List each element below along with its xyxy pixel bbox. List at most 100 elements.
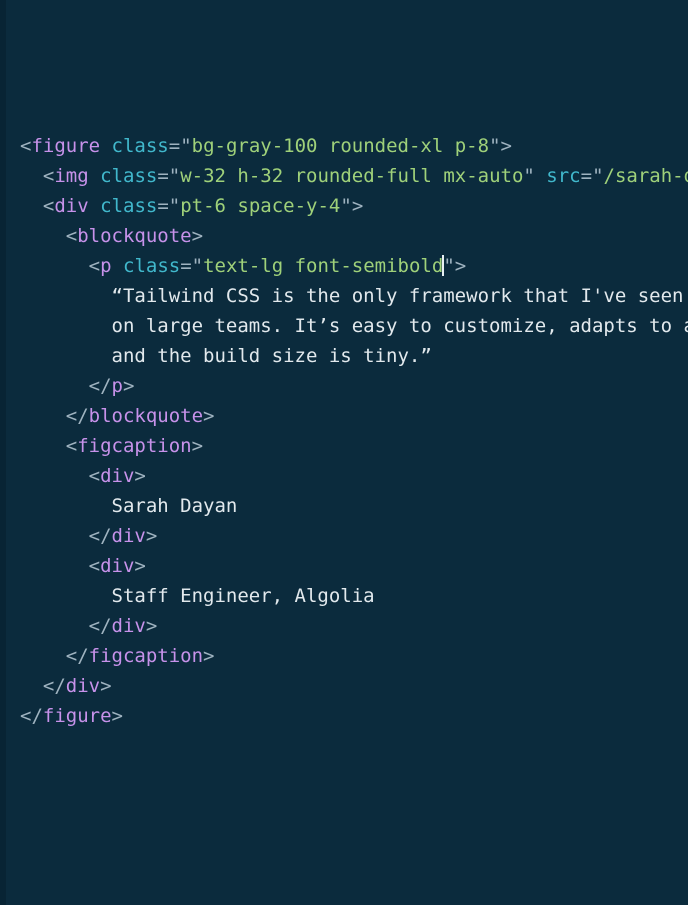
- code-token-string: text-lg font-semibold: [203, 255, 444, 277]
- code-line[interactable]: </p>: [20, 371, 688, 401]
- code-line[interactable]: Sarah Dayan: [20, 491, 688, 521]
- code-token-punct: </: [20, 705, 43, 727]
- code-token-punct: >: [111, 705, 123, 727]
- code-token-text: on large teams. It’s easy to customize, …: [111, 315, 688, 337]
- code-token-tag: figcaption: [88, 645, 204, 667]
- code-token-string: bg-gray-100 rounded-xl p-8: [191, 135, 490, 157]
- code-line[interactable]: <img class="w-32 h-32 rounded-full mx-au…: [20, 161, 688, 191]
- code-token-tag: img: [54, 165, 89, 187]
- code-token-tag: div: [111, 525, 146, 547]
- code-token-punct: ">: [443, 255, 467, 277]
- code-token-punct: >: [203, 405, 215, 427]
- code-token-string: w-32 h-32 rounded-full mx-auto: [180, 165, 524, 187]
- code-token-text: and the build size is tiny.”: [111, 345, 432, 367]
- code-line[interactable]: “Tailwind CSS is the only framework that…: [20, 281, 688, 311]
- code-token-tag: div: [100, 465, 135, 487]
- code-line[interactable]: </div>: [20, 521, 688, 551]
- code-line[interactable]: on large teams. It’s easy to customize, …: [20, 311, 688, 341]
- code-line[interactable]: <blockquote>: [20, 221, 688, 251]
- code-token-punct: <: [20, 135, 32, 157]
- code-token-attr: class: [123, 255, 181, 277]
- code-token-tag: div: [100, 555, 135, 577]
- code-block[interactable]: <figure class="bg-gray-100 rounded-xl p-…: [20, 131, 688, 731]
- code-token-punct: ">: [489, 135, 512, 157]
- code-line[interactable]: <figcaption>: [20, 431, 688, 461]
- code-token-attr: src: [546, 165, 581, 187]
- code-line[interactable]: <div>: [20, 551, 688, 581]
- code-token-punct: =": [168, 135, 192, 157]
- code-token-punct: <: [65, 435, 78, 457]
- code-line[interactable]: </blockquote>: [20, 401, 688, 431]
- code-token-punct: =": [180, 255, 204, 277]
- code-line[interactable]: Staff Engineer, Algolia: [20, 581, 688, 611]
- code-line[interactable]: </div>: [20, 611, 688, 641]
- code-token-punct: >: [145, 525, 158, 547]
- code-token-punct: <: [88, 255, 101, 277]
- code-line[interactable]: and the build size is tiny.”: [20, 341, 688, 371]
- code-token-punct: </: [42, 675, 66, 697]
- code-token-punct: </: [88, 525, 112, 547]
- code-token-attr: class: [100, 195, 158, 217]
- code-line[interactable]: </div>: [20, 671, 688, 701]
- code-token-punct: =": [157, 165, 181, 187]
- code-line[interactable]: <p class="text-lg font-semibold">: [20, 251, 688, 281]
- code-token-string: pt-6 space-y-4: [180, 195, 341, 217]
- code-editor[interactable]: <figure class="bg-gray-100 rounded-xl p-…: [0, 0, 688, 905]
- editor-left-gutter: [0, 0, 6, 905]
- code-token-tag: figure: [42, 705, 112, 727]
- code-token-tag: figcaption: [77, 435, 192, 457]
- code-token-tag: div: [54, 195, 89, 217]
- code-token-punct: <: [88, 465, 101, 487]
- code-token-punct: <: [42, 195, 55, 217]
- code-line[interactable]: <div>: [20, 461, 688, 491]
- code-line[interactable]: <div class="pt-6 space-y-4">: [20, 191, 688, 221]
- code-token-punct: >: [134, 465, 146, 487]
- code-token-text: Sarah Dayan: [111, 495, 238, 517]
- code-token-punct: >: [203, 645, 215, 667]
- code-token-punct: >: [191, 225, 204, 247]
- code-token-text: Staff Engineer, Algolia: [111, 585, 375, 607]
- code-line[interactable]: </figure>: [20, 701, 688, 731]
- code-token-string: /sarah-dayan.jpg: [603, 165, 688, 187]
- code-token-tag: blockquote: [88, 405, 204, 427]
- code-token-punct: </: [65, 405, 89, 427]
- code-token-punct: </: [88, 615, 112, 637]
- code-token-text: “Tailwind CSS is the only framework that…: [111, 285, 684, 307]
- code-token-punct: >: [122, 375, 135, 397]
- code-token-tag: figure: [31, 135, 101, 157]
- code-line[interactable]: </figcaption>: [20, 641, 688, 671]
- code-token-punct: ">: [340, 195, 364, 217]
- code-line[interactable]: <figure class="bg-gray-100 rounded-xl p-…: [20, 131, 688, 161]
- code-token-tag: div: [111, 615, 146, 637]
- code-token-punct: =": [580, 165, 604, 187]
- code-token-punct: </: [88, 375, 112, 397]
- code-token-punct: </: [65, 645, 89, 667]
- code-token-punct: >: [100, 675, 112, 697]
- code-token-tag: blockquote: [77, 225, 192, 247]
- code-token-punct: >: [134, 555, 146, 577]
- code-token-tag: p: [111, 375, 123, 397]
- code-token-punct: <: [42, 165, 55, 187]
- code-token-tag: p: [100, 255, 112, 277]
- code-token-punct: >: [191, 435, 204, 457]
